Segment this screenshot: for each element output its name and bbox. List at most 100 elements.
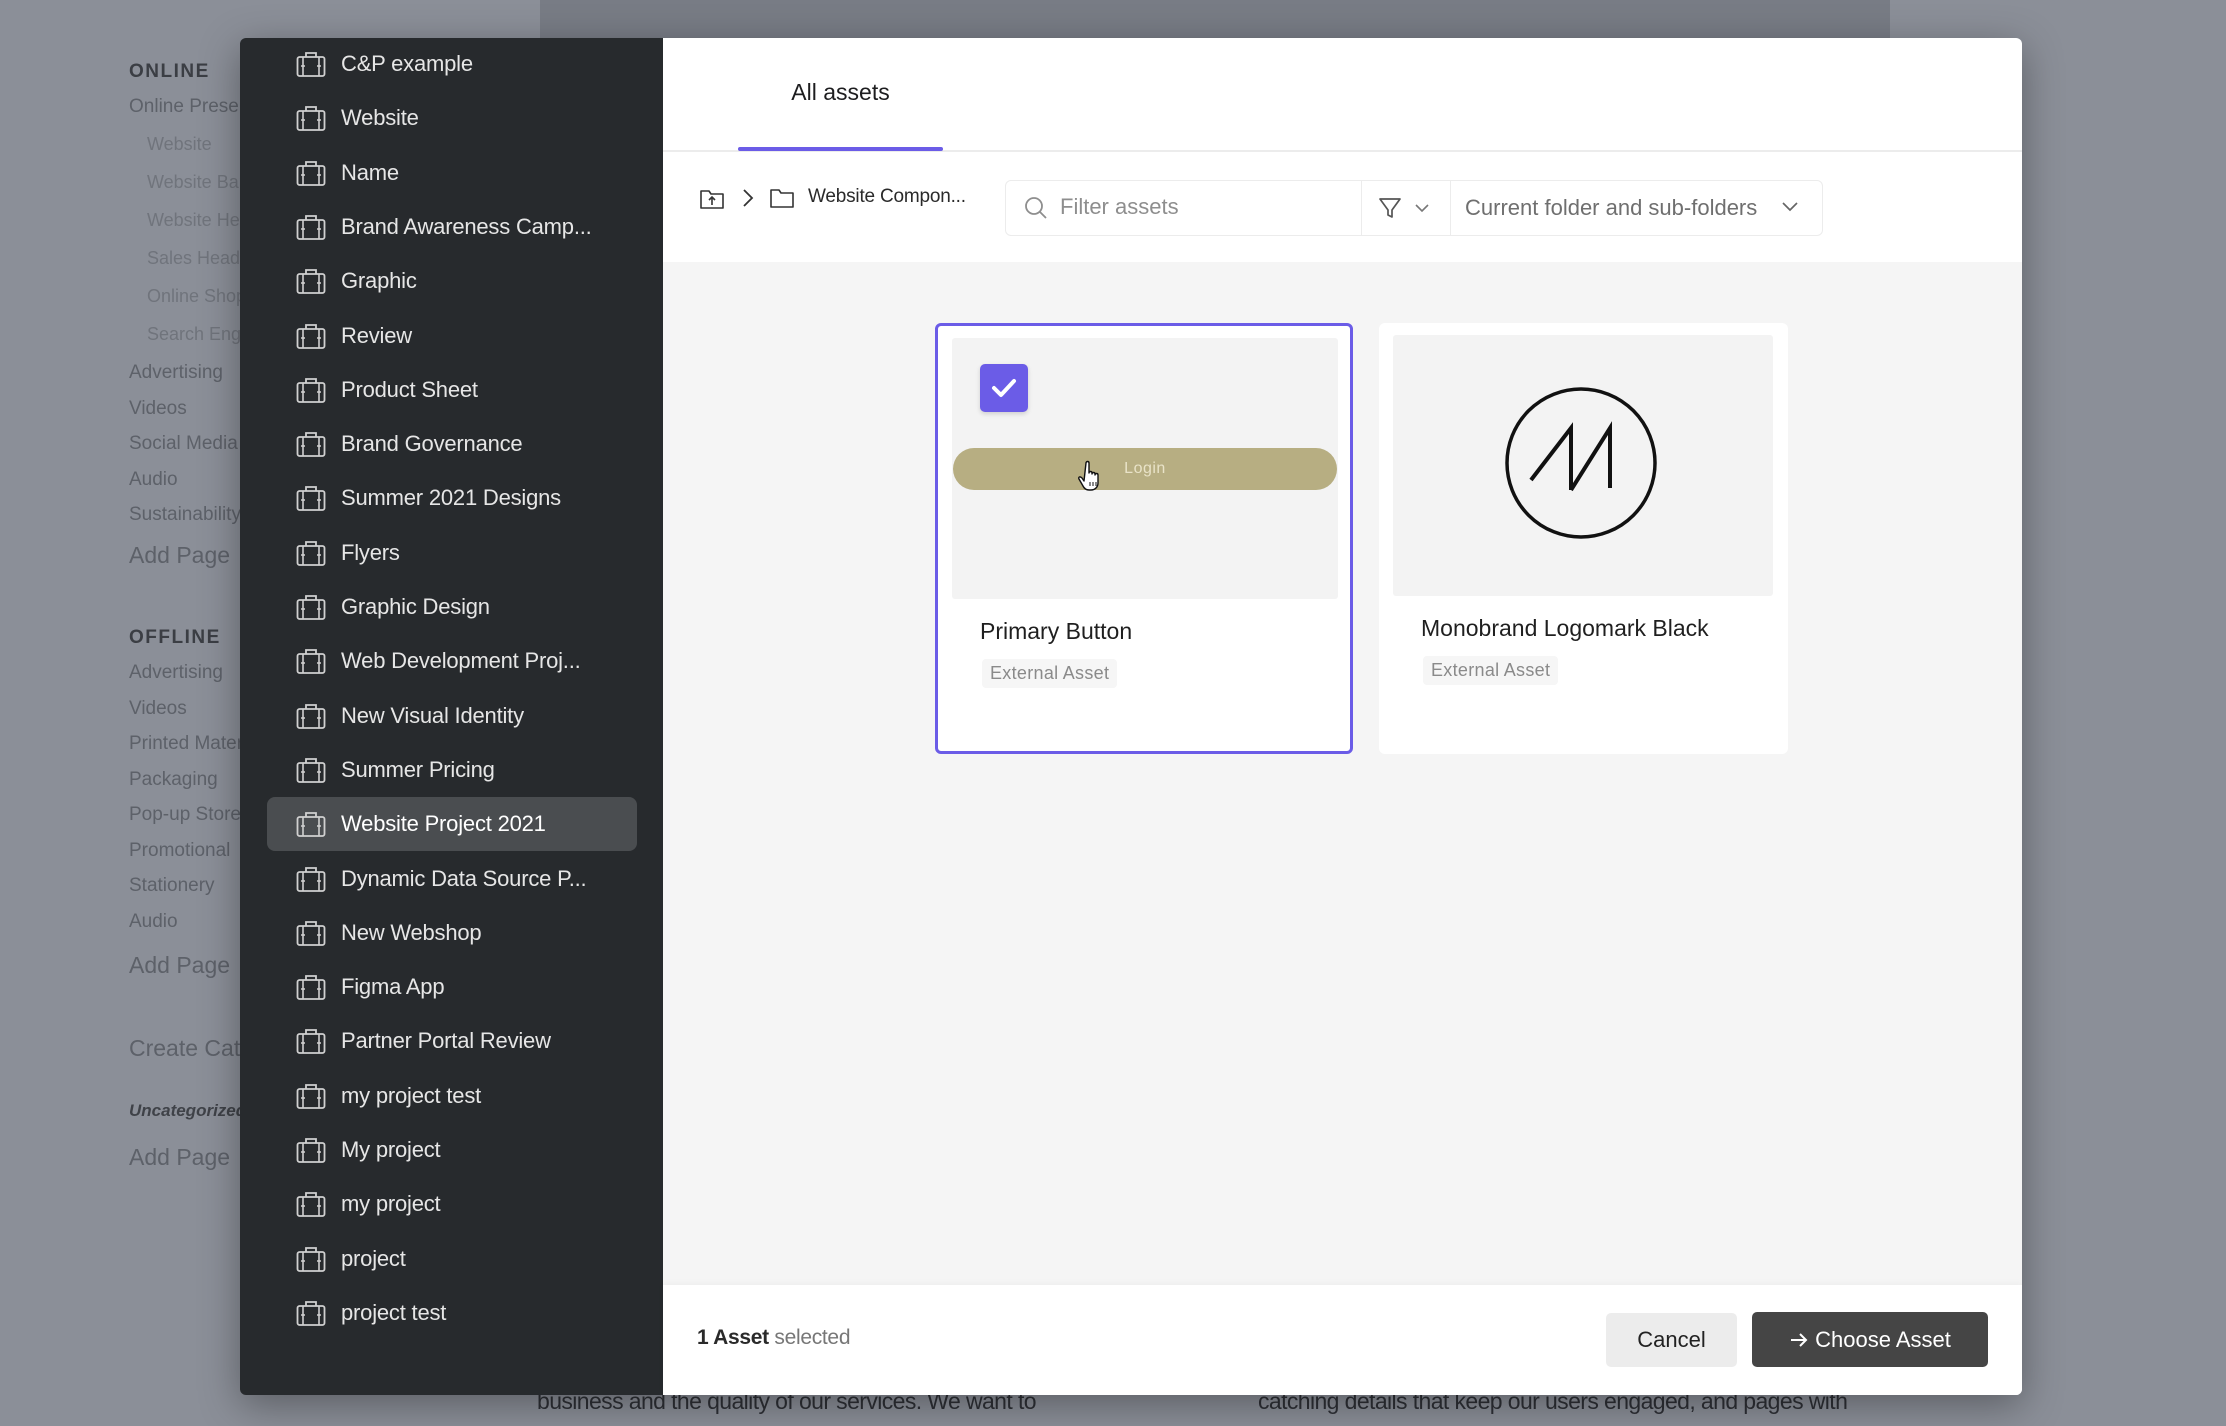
asset-picker-dialog: C&P example Website Name Brand Awareness Ca… <box>240 38 2022 1395</box>
arrow-right-icon <box>1791 1332 1808 1347</box>
project-item[interactable]: C&P example <box>267 38 637 91</box>
chevron-down-icon <box>1782 202 1798 212</box>
nav-item: Advertising <box>129 662 223 683</box>
nav-item: Promotional <box>129 839 231 861</box>
nav-item: Website Banners <box>147 172 240 192</box>
project-item[interactable]: Graphic Design <box>267 580 637 634</box>
briefcase-icon <box>296 50 326 78</box>
project-item-label: Brand Governance <box>341 431 523 457</box>
project-item[interactable]: Name <box>267 146 637 200</box>
asset-thumbnail <box>1393 335 1773 596</box>
project-item[interactable]: Figma App <box>267 960 637 1014</box>
briefcase-icon <box>296 810 326 838</box>
briefcase-icon <box>296 430 326 458</box>
tab-all-assets[interactable]: All assets <box>738 38 943 151</box>
project-item[interactable]: Review <box>267 309 637 363</box>
nav-add-page: Add Page <box>129 1144 231 1170</box>
breadcrumb-current-folder[interactable]: Website Compon... <box>808 186 966 208</box>
briefcase-icon <box>296 539 326 567</box>
asset-name: Primary Button <box>980 618 1133 644</box>
nav-item: Social Media <box>129 433 238 454</box>
project-item[interactable]: Graphic <box>267 254 637 308</box>
project-sidebar[interactable]: C&P example Website Name Brand Awareness Ca… <box>240 38 663 1395</box>
project-item-label: project <box>341 1245 406 1271</box>
briefcase-icon <box>296 865 326 893</box>
hand-cursor-icon <box>1078 460 1099 491</box>
project-item-label: Figma App <box>341 974 445 1000</box>
active-tab-indicator <box>738 147 943 151</box>
project-item-label: Summer 2021 Designs <box>341 485 561 511</box>
nav-item: Advertising <box>129 362 223 383</box>
briefcase-icon <box>296 1082 326 1110</box>
selection-count-suffix: selected <box>768 1326 851 1349</box>
background-nav-list: ONLINE Online Presence Website Website Bann… <box>129 56 240 1256</box>
project-item[interactable]: Summer 2021 Designs <box>267 471 637 525</box>
asset-name: Monobrand Logomark Black <box>1421 615 1709 641</box>
nav-item: Online Shop <box>147 286 240 306</box>
project-item[interactable]: my project <box>267 1177 637 1231</box>
project-item[interactable]: project test <box>267 1286 637 1340</box>
asset-select-checkbox[interactable] <box>980 364 1028 412</box>
filter-options-button[interactable] <box>1361 181 1451 235</box>
project-item-label: New Webshop <box>341 919 482 945</box>
nav-item: Videos <box>129 697 187 719</box>
funnel-icon <box>1379 198 1401 218</box>
nav-item: Audio <box>129 469 178 490</box>
folder-icon <box>770 189 794 208</box>
project-item-label: Brand Awareness Camp... <box>341 213 592 239</box>
folder-scope-dropdown[interactable]: Current folder and sub-folders <box>1450 181 1823 235</box>
asset-thumbnail: Login <box>952 338 1338 599</box>
project-item-label: My project <box>341 1137 441 1162</box>
project-item[interactable]: Flyers <box>267 526 637 580</box>
project-item[interactable]: Website Project 2021 <box>267 797 637 852</box>
project-item[interactable]: Web Development Proj... <box>267 634 637 688</box>
folder-up-icon[interactable] <box>699 185 725 211</box>
briefcase-icon <box>296 213 326 241</box>
nav-item: Printed Material <box>129 733 240 754</box>
project-item[interactable]: Summer Pricing <box>267 743 637 797</box>
project-item-label: Graphic <box>341 268 417 294</box>
project-item-label: Dynamic Data Source P... <box>341 865 587 891</box>
nav-item: Packaging <box>129 768 218 790</box>
project-item[interactable]: My project <box>267 1123 637 1177</box>
nav-section-heading: OFFLINE <box>129 627 221 648</box>
project-item-label: Website Project 2021 <box>341 811 546 837</box>
nav-item: Online Presence <box>129 96 240 117</box>
briefcase-icon <box>296 1299 326 1327</box>
tab-all-assets-label: All assets <box>791 79 890 105</box>
choose-asset-button[interactable]: Choose Asset <box>1752 1312 1988 1367</box>
nav-item: Audio <box>129 910 178 932</box>
nav-section-heading: Uncategorized <box>129 1101 240 1120</box>
nav-add-page: Add Page <box>129 542 231 568</box>
nav-section-heading: ONLINE <box>129 61 210 82</box>
briefcase-icon <box>296 1136 326 1164</box>
asset-card-primary-button[interactable]: Login Primary Button External Asset <box>935 323 1353 754</box>
project-item-label: Website <box>341 105 419 131</box>
project-item[interactable]: Brand Awareness Camp... <box>267 200 637 254</box>
project-item[interactable]: New Webshop <box>267 906 637 960</box>
filter-bar: Filter assets Current folder and sub-fol… <box>1005 180 1823 237</box>
nav-item: Sustainability <box>129 504 240 525</box>
project-item[interactable]: Website <box>267 91 637 145</box>
briefcase-icon <box>296 484 326 512</box>
cancel-button[interactable]: Cancel <box>1606 1313 1737 1367</box>
project-item-label: my project test <box>341 1082 482 1108</box>
selection-count: 1 Asset selected <box>697 1326 851 1350</box>
nav-item: Search Engine <box>147 324 240 344</box>
briefcase-icon <box>296 159 326 187</box>
project-item[interactable]: Product Sheet <box>267 363 637 417</box>
tab-bar: All assets <box>663 38 2022 152</box>
project-item[interactable]: New Visual Identity <box>267 689 637 743</box>
briefcase-icon <box>296 647 326 675</box>
project-item[interactable]: Dynamic Data Source P... <box>267 852 637 906</box>
project-item-label: my project <box>341 1191 441 1217</box>
asset-card-monobrand-logomark[interactable]: Monobrand Logomark Black External Asset <box>1379 323 1788 754</box>
project-item[interactable]: Brand Governance <box>267 417 637 471</box>
nav-item: Sales Headers <box>147 248 240 268</box>
project-item[interactable]: my project test <box>267 1069 637 1123</box>
nav-create-category: Create Category <box>129 1035 240 1061</box>
briefcase-icon <box>296 973 326 1001</box>
project-item[interactable]: Partner Portal Review <box>267 1014 637 1068</box>
login-button-preview: Login <box>953 448 1337 490</box>
project-item[interactable]: project <box>267 1232 637 1286</box>
